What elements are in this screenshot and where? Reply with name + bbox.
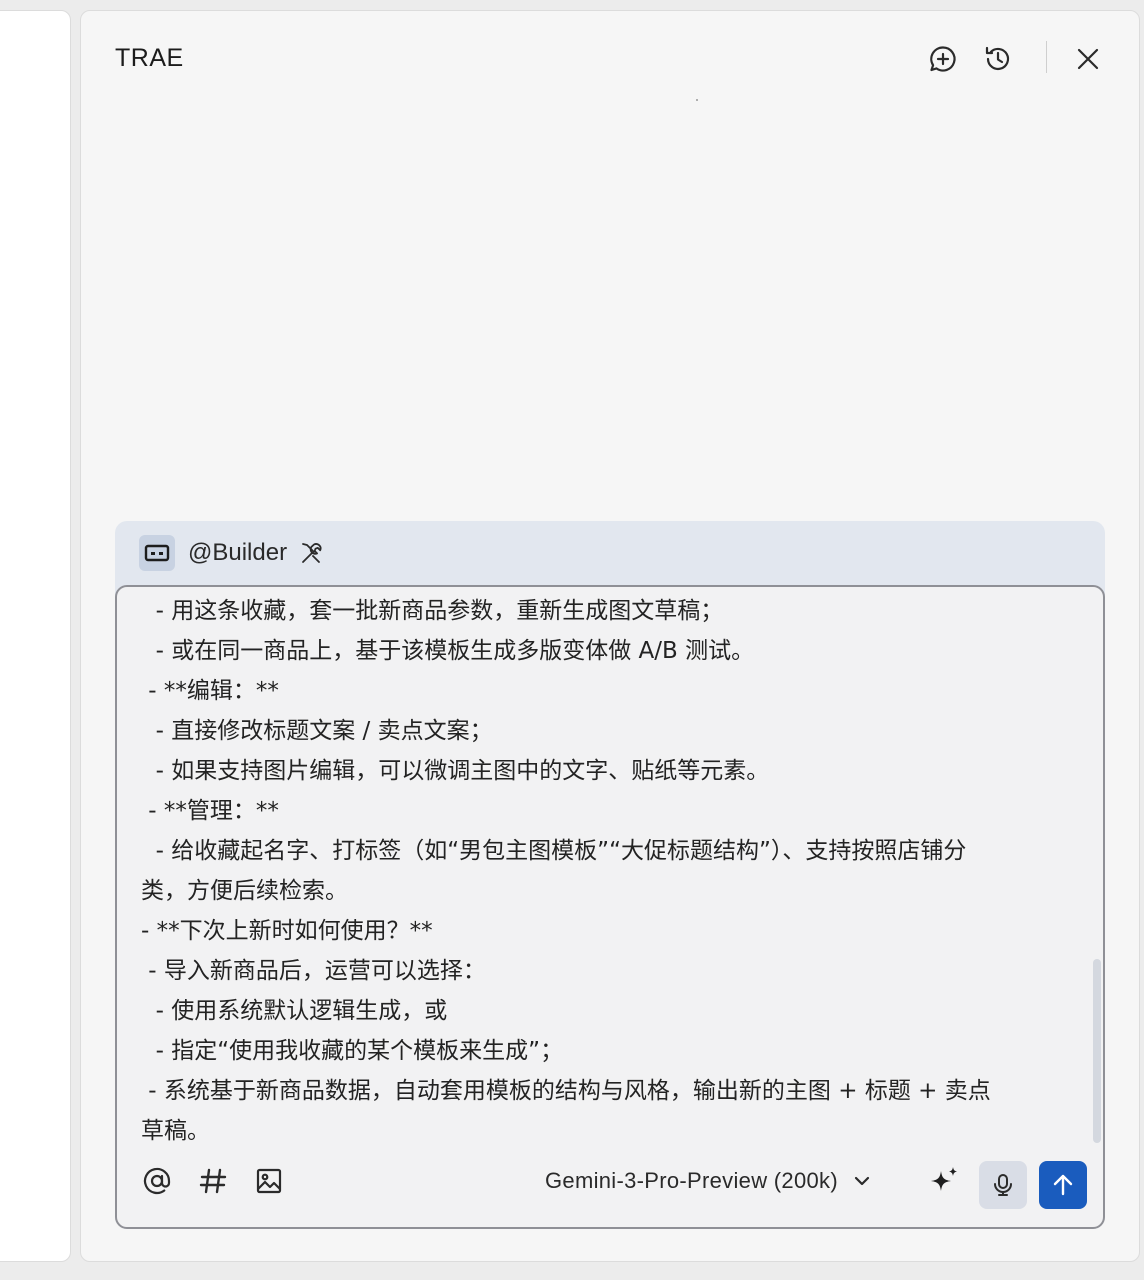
status-bar-edge [860, 1270, 1120, 1280]
ai-chat-panel: TRAE @Builder - 用这条收藏，套一批新商品参数，重新生成图文草稿；… [80, 10, 1140, 1262]
agent-badge-icon [139, 535, 175, 571]
message-line: - 或在同一商品上，基于该模板生成多版变体做 A/B 测试。 [141, 638, 755, 664]
chat-composer: @Builder - 用这条收藏，套一批新商品参数，重新生成图文草稿； - 或在… [115, 521, 1105, 1229]
message-line: - 导入新商品后，运营可以选择： [141, 958, 486, 984]
tools-icon [302, 543, 322, 563]
input-scrollbar[interactable] [1093, 959, 1101, 1143]
send-button[interactable] [1039, 1161, 1087, 1209]
header-divider [1046, 41, 1047, 73]
chevron-down-icon [854, 1176, 870, 1186]
panel-title: TRAE [115, 44, 184, 72]
agent-selector[interactable]: @Builder [139, 535, 325, 571]
agent-name: @Builder [188, 539, 288, 566]
message-line: - **下次上新时如何使用？** [141, 918, 433, 944]
message-line: - 系统基于新商品数据，自动套用模板的结构与风格，输出新的主图 + 标题 + 卖… [141, 1078, 991, 1104]
arrow-up-icon [1053, 1174, 1073, 1196]
model-selector[interactable]: Gemini-3-Pro-Preview (200k) [545, 1163, 872, 1199]
close-icon[interactable] [1068, 39, 1108, 79]
model-name: Gemini-3-Pro-Preview (200k) [545, 1168, 838, 1193]
at-icon[interactable] [137, 1159, 177, 1203]
message-line: - **管理：** [141, 798, 279, 824]
hash-icon[interactable] [193, 1159, 233, 1203]
message-line: - 给收藏起名字、打标签（如“男包主图模板”“大促标题结构”）、支持按照店铺分 [141, 838, 967, 864]
message-line: - **编辑：** [141, 678, 279, 704]
message-line: - 直接修改标题文案 / 卖点文案； [141, 718, 493, 744]
sparkle-icon[interactable] [923, 1161, 965, 1203]
message-line: - 用这条收藏，套一批新商品参数，重新生成图文草稿； [141, 598, 724, 624]
message-text[interactable]: - 用这条收藏，套一批新商品参数，重新生成图文草稿； - 或在同一商品上，基于该… [141, 591, 1071, 1153]
message-input[interactable]: - 用这条收藏，套一批新商品参数，重新生成图文草稿； - 或在同一商品上，基于该… [115, 585, 1105, 1229]
message-line: - 使用系统默认逻辑生成，或 [141, 998, 448, 1024]
left-editor-pane [0, 10, 71, 1262]
history-icon[interactable] [978, 39, 1018, 79]
message-line: 类，方便后续检索。 [141, 878, 348, 904]
scroll-marker [696, 99, 698, 101]
message-line: - 如果支持图片编辑，可以微调主图中的文字、贴纸等元素。 [141, 758, 770, 784]
message-line: 草稿。 [141, 1118, 210, 1144]
image-icon[interactable] [249, 1159, 289, 1203]
new-chat-icon[interactable] [923, 39, 963, 79]
message-line: - 指定“使用我收藏的某个模板来生成”； [141, 1038, 564, 1064]
microphone-icon[interactable] [979, 1161, 1027, 1209]
